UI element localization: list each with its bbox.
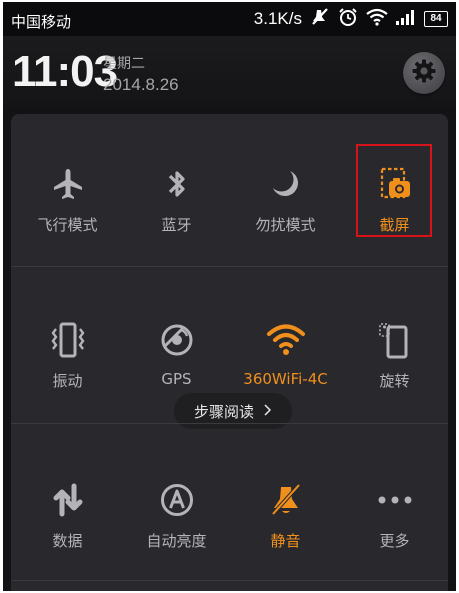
toggle-label: 360WiFi-4C [243, 370, 328, 388]
status-indicators: 3.1K/s 84 [254, 7, 448, 31]
toggle-vibrate[interactable]: 振动 [13, 282, 122, 392]
alarm-icon [338, 7, 358, 31]
airplane-icon [48, 164, 88, 204]
wifi-icon [366, 8, 388, 30]
gps-icon [157, 320, 197, 360]
toggle-mobile-data[interactable]: 数据 [13, 442, 122, 552]
clock-time: 11:03 [12, 47, 118, 96]
header: 11:03 星期二 2014.8.26 [3, 36, 456, 108]
moon-icon [266, 164, 306, 204]
status-bar: 中国移动 3.1K/s 84 [3, 2, 456, 36]
battery-icon: 84 [424, 11, 448, 27]
step-guide-label: 步骤阅读 [193, 402, 254, 421]
quick-toggles-panel: 飞行模式 蓝牙 勿扰模式 截屏 振动 GPS 360WiFi-4C 旋转 步骤阅… [11, 114, 448, 591]
toggle-label: 振动 [52, 372, 83, 390]
carrier-name: 中国移动 [11, 13, 72, 31]
toggle-label: 数据 [52, 532, 83, 550]
date: 2014.8.26 [103, 75, 179, 94]
toggle-label: 飞行模式 [37, 216, 98, 234]
wifi-icon [266, 320, 306, 360]
highlight-box [356, 144, 432, 237]
gear-icon [411, 58, 437, 88]
weekday: 星期二 [103, 56, 145, 72]
toggle-wifi[interactable]: 360WiFi-4C [231, 282, 340, 392]
divider [11, 580, 448, 581]
toggle-label: GPS [161, 370, 192, 388]
toggle-bluetooth[interactable]: 蓝牙 [122, 126, 231, 236]
divider [11, 266, 448, 267]
toggle-label: 静音 [270, 532, 301, 550]
notification-shade: 中国移动 3.1K/s 84 11:03 星期二 2014.8.26 飞行模式 … [3, 2, 456, 591]
signal-icon [396, 9, 416, 29]
toggle-rotation[interactable]: 旋转 [340, 282, 449, 392]
vibrate-icon [48, 320, 88, 360]
toggle-more[interactable]: 更多 [340, 442, 449, 552]
mute-bell-icon [266, 480, 306, 520]
toggle-airplane-mode[interactable]: 飞行模式 [13, 126, 122, 236]
toggle-auto-brightness[interactable]: 自动亮度 [122, 442, 231, 552]
toggle-label: 蓝牙 [161, 216, 192, 234]
data-arrows-icon [48, 480, 88, 520]
bluetooth-icon [157, 164, 197, 204]
settings-button[interactable] [403, 52, 445, 94]
no-notification-icon [310, 8, 330, 30]
toggle-do-not-disturb[interactable]: 勿扰模式 [231, 126, 340, 236]
toggle-label: 旋转 [379, 372, 410, 390]
rotate-icon [375, 320, 415, 360]
toggle-label: 更多 [379, 532, 410, 550]
toggle-label: 自动亮度 [146, 532, 207, 550]
chevron-right-icon [264, 402, 272, 420]
network-speed: 3.1K/s [253, 9, 302, 28]
toggle-label: 勿扰模式 [255, 216, 316, 234]
divider [11, 423, 448, 424]
more-dots-icon [375, 480, 415, 520]
auto-brightness-icon [157, 480, 197, 520]
toggle-gps[interactable]: GPS [122, 282, 231, 392]
toggle-silent[interactable]: 静音 [231, 442, 340, 552]
